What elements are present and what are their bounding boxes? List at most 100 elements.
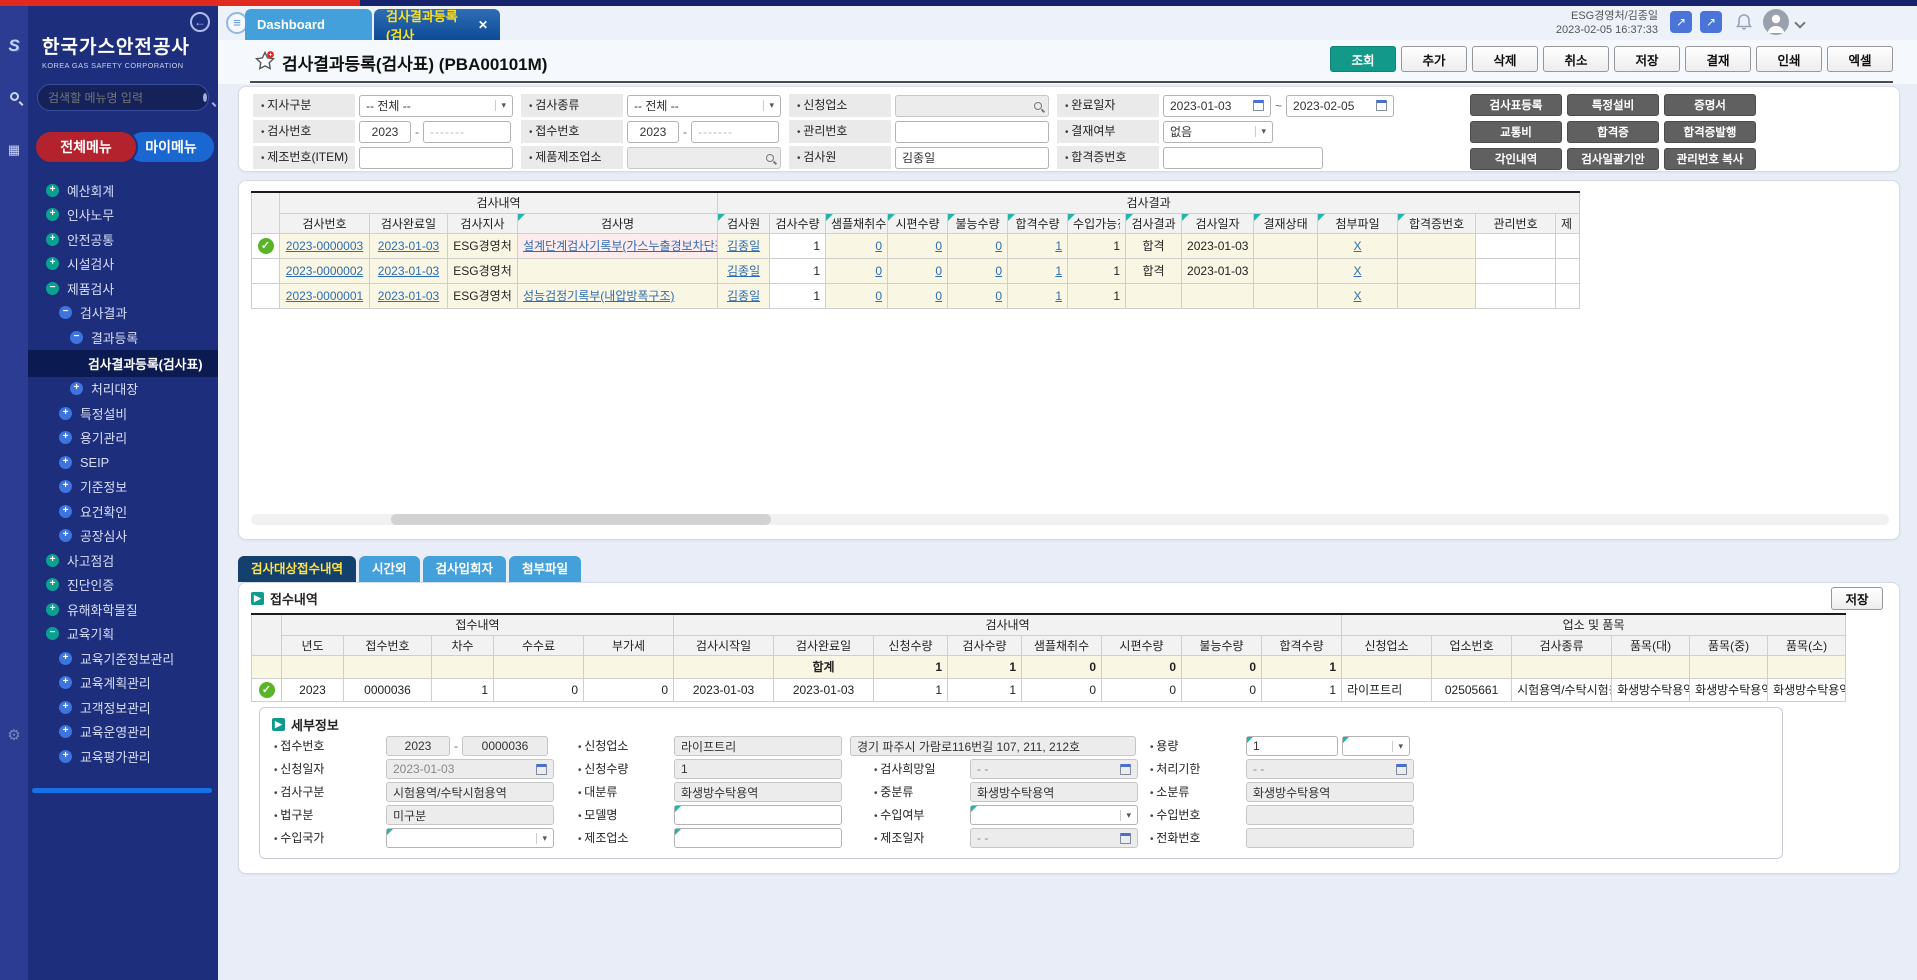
toolbar-button-print[interactable]: 인쇄: [1756, 46, 1822, 72]
manage-no-input[interactable]: [895, 121, 1049, 143]
apps-grid-icon[interactable]: ▦: [0, 142, 28, 158]
sidebar-item[interactable]: +인사노무: [28, 203, 218, 228]
inspection-no-year-input[interactable]: 2023: [359, 121, 411, 143]
column-header-inspect-date[interactable]: 검사일자: [1182, 213, 1254, 233]
expand-plus-icon[interactable]: +: [59, 431, 72, 444]
cell-link-pass-qty[interactable]: 1: [1055, 239, 1062, 253]
column-header-receipt-no[interactable]: 접수번호: [344, 635, 432, 655]
sum-row[interactable]: 합계110001: [252, 655, 1846, 678]
column-header-attachment[interactable]: 첨부파일: [1318, 213, 1398, 233]
collapse-minus-icon[interactable]: −: [46, 282, 59, 295]
column-header-import-remain-qty[interactable]: 수입가능잔량: [1068, 213, 1126, 233]
cell-link-specimen-qty[interactable]: 0: [935, 239, 942, 253]
expand-plus-icon[interactable]: +: [46, 578, 59, 591]
sidebar-item[interactable]: −검사결과: [28, 301, 218, 326]
sidebar-item[interactable]: +교육기준정보관리: [28, 646, 218, 671]
cell-link-fail-qty[interactable]: 0: [995, 289, 1002, 303]
sidebar-item[interactable]: +교육운영관리: [28, 720, 218, 745]
save-button[interactable]: 저장: [1831, 587, 1883, 610]
toolbar-button-excel[interactable]: 엑셀: [1827, 46, 1893, 72]
expand-plus-icon[interactable]: +: [46, 184, 59, 197]
expand-plus-icon[interactable]: +: [59, 480, 72, 493]
sidebar-item[interactable]: +안전공통: [28, 227, 218, 252]
approval-select[interactable]: 없음▾: [1163, 121, 1273, 143]
side-action-button-5[interactable]: 합격증발행: [1664, 121, 1756, 143]
cell-link-complete-date[interactable]: 2023-01-03: [378, 264, 439, 278]
sidebar-item[interactable]: +진단인증: [28, 573, 218, 598]
toolbar-button-approve[interactable]: 결재: [1685, 46, 1751, 72]
product-maker-input[interactable]: [627, 147, 781, 169]
import-country-select[interactable]: ▾: [386, 828, 554, 848]
menu-search-box[interactable]: [37, 84, 209, 111]
my-menu-button[interactable]: 마이메뉴: [128, 132, 214, 162]
column-header-inspect-qty[interactable]: 검사수량: [948, 635, 1022, 655]
sidebar-item[interactable]: +교육계획관리: [28, 671, 218, 696]
expand-plus-icon[interactable]: +: [59, 505, 72, 518]
column-header-complete-date[interactable]: 검사완료일: [774, 635, 874, 655]
tab-attachment[interactable]: 첨부파일: [509, 556, 581, 582]
toolbar-button-search[interactable]: 조회: [1330, 46, 1396, 72]
side-action-button-3[interactable]: 교통비: [1470, 121, 1562, 143]
cell-link-attachment[interactable]: X: [1354, 264, 1362, 278]
inspector-input[interactable]: 김종일: [895, 147, 1049, 169]
cell-link-inspection-name[interactable]: 설계단계검사기록부(가스누출경보차단장치): [523, 239, 718, 253]
row-select-cell[interactable]: [252, 655, 282, 678]
cell-link-specimen-qty[interactable]: 0: [935, 289, 942, 303]
column-header-pass-qty[interactable]: 합격수량: [1008, 213, 1068, 233]
expand-plus-icon[interactable]: +: [46, 233, 59, 246]
row-select-cell[interactable]: [252, 258, 280, 283]
column-header-inspection-name[interactable]: 검사명: [518, 213, 718, 233]
expand-plus-icon[interactable]: +: [59, 750, 72, 763]
sidebar-item[interactable]: −제품검사: [28, 276, 218, 301]
complete-date-from-input[interactable]: 2023-01-03: [1163, 95, 1271, 117]
row-select-cell[interactable]: [252, 283, 280, 308]
tab-overtime[interactable]: 시간외: [359, 556, 420, 582]
sidebar-item[interactable]: +기준정보: [28, 475, 218, 500]
tab-witness[interactable]: 검사입회자: [423, 556, 507, 582]
expand-plus-icon[interactable]: +: [46, 208, 59, 221]
column-header-inspector[interactable]: 검사원: [718, 213, 770, 233]
sidebar-scrollbar[interactable]: [32, 788, 212, 793]
column-header-item-small[interactable]: 품목(소): [1768, 635, 1846, 655]
search-icon[interactable]: [0, 90, 28, 104]
inspection-type-select[interactable]: -- 전체 --▾: [627, 95, 781, 117]
sidebar-item[interactable]: +용기관리: [28, 426, 218, 451]
menu-search-input[interactable]: [48, 91, 203, 105]
complete-date-to-input[interactable]: 2023-02-05: [1286, 95, 1394, 117]
column-header-fail-qty[interactable]: 불능수량: [1182, 635, 1262, 655]
expand-plus-icon[interactable]: +: [59, 701, 72, 714]
table-row[interactable]: 2023-00000012023-01-03ESG경영처성능검정기록부(내압방폭…: [252, 283, 1580, 308]
column-header-manage-no[interactable]: 관리번호: [1476, 213, 1556, 233]
cell-link-inspection-no[interactable]: 2023-0000003: [286, 239, 363, 253]
column-header-result[interactable]: 검사결과: [1126, 213, 1182, 233]
column-header-shop[interactable]: 신청업소: [1342, 635, 1432, 655]
collapse-minus-icon[interactable]: −: [46, 627, 59, 640]
row-select-cell[interactable]: ✓: [252, 678, 282, 701]
capacity-unit-select[interactable]: ▾: [1342, 736, 1410, 756]
expand-plus-icon[interactable]: +: [59, 529, 72, 542]
serial-item-input[interactable]: [359, 147, 513, 169]
sidebar-item[interactable]: −교육기획: [28, 622, 218, 647]
sidebar-item[interactable]: +교육평가관리: [28, 744, 218, 769]
sidebar-item[interactable]: +특정설비: [28, 401, 218, 426]
column-header-cert-no[interactable]: 합격증번호: [1398, 213, 1476, 233]
open-window-icon[interactable]: ↗: [1670, 11, 1692, 33]
expand-plus-icon[interactable]: +: [59, 652, 72, 665]
import-yn-select[interactable]: ▾: [970, 805, 1138, 825]
user-avatar[interactable]: [1763, 9, 1789, 35]
expand-plus-icon[interactable]: +: [70, 382, 83, 395]
cell-link-inspector[interactable]: 김종일: [727, 264, 760, 278]
chevron-down-icon[interactable]: [1794, 17, 1805, 28]
sidebar-item[interactable]: +예산회계: [28, 178, 218, 203]
horizontal-scrollbar[interactable]: [251, 514, 1889, 525]
side-action-button-6[interactable]: 각인내역: [1470, 148, 1562, 170]
search-icon[interactable]: [766, 154, 774, 162]
collapse-minus-icon[interactable]: −: [70, 331, 83, 344]
column-header-specimen-qty[interactable]: 시편수량: [888, 213, 948, 233]
column-header-inspection-no[interactable]: 검사번호: [280, 213, 370, 233]
column-header-complete-date[interactable]: 검사완료일: [370, 213, 448, 233]
column-header-vat[interactable]: 부가세: [584, 635, 674, 655]
cell-link-attachment[interactable]: X: [1354, 289, 1362, 303]
cell-link-complete-date[interactable]: 2023-01-03: [378, 289, 439, 303]
column-header-fee[interactable]: 수수료: [494, 635, 584, 655]
